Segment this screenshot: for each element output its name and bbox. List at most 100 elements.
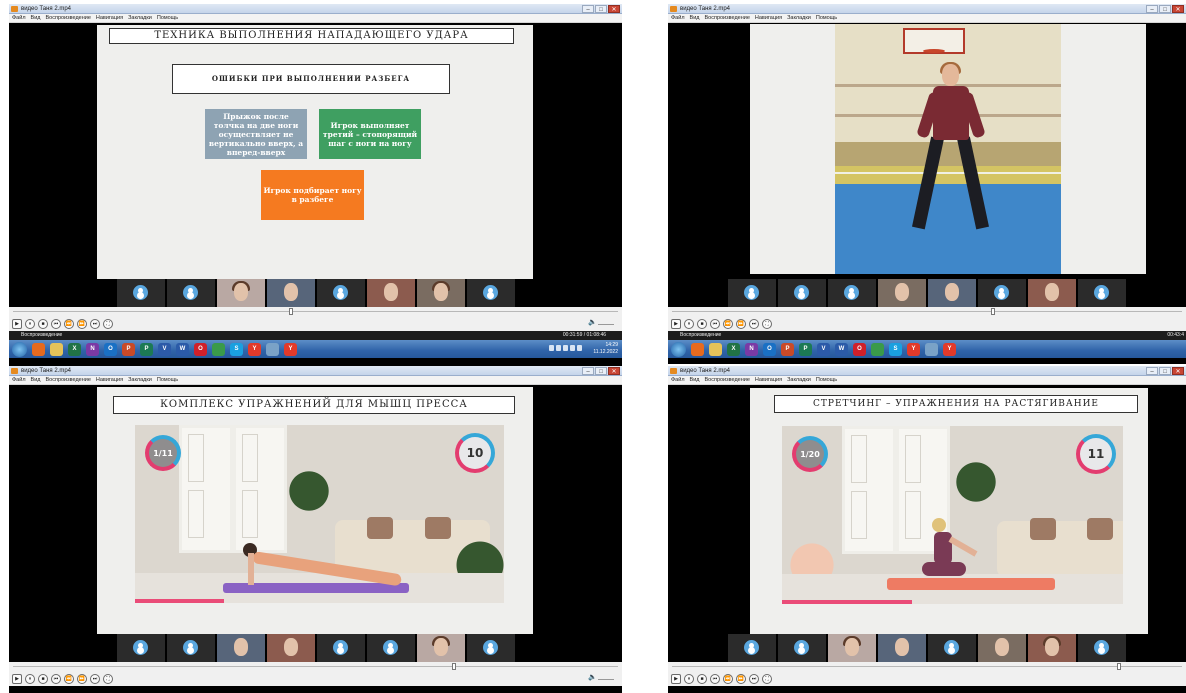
participant-tile[interactable] xyxy=(878,634,926,662)
yandex-browser-icon[interactable]: Y xyxy=(943,342,956,356)
fullscreen-button[interactable]: ⛶ xyxy=(762,673,772,684)
participant-tile[interactable] xyxy=(416,279,465,307)
next-button[interactable]: ⏭ xyxy=(749,673,759,684)
opera-icon[interactable]: O xyxy=(194,342,207,356)
visio-icon[interactable]: V xyxy=(158,342,171,356)
firefox-icon[interactable] xyxy=(32,342,45,356)
participant-tile[interactable] xyxy=(316,279,365,307)
participant-tile[interactable] xyxy=(978,279,1026,307)
seek-bar[interactable] xyxy=(668,307,1186,316)
participant-tile[interactable] xyxy=(166,634,215,662)
participant-tile[interactable] xyxy=(116,279,165,307)
explorer-icon[interactable] xyxy=(709,342,722,356)
volume-slider[interactable] xyxy=(598,324,614,325)
opera-icon[interactable]: O xyxy=(853,342,866,356)
menu-file[interactable]: Файл xyxy=(12,376,26,384)
explorer-icon[interactable] xyxy=(50,342,63,356)
seek-bar[interactable] xyxy=(668,662,1186,671)
participant-tile[interactable] xyxy=(1028,634,1076,662)
participant-tile[interactable] xyxy=(416,634,465,662)
stop-button[interactable]: ■ xyxy=(697,318,707,329)
play-button[interactable]: ▶ xyxy=(671,318,681,329)
maximize-button[interactable]: □ xyxy=(595,367,607,375)
tray-icon[interactable] xyxy=(549,345,554,351)
word-icon[interactable]: W xyxy=(835,342,848,356)
participant-tile[interactable] xyxy=(1078,634,1126,662)
tray-icon[interactable] xyxy=(556,345,561,351)
menu-bookmarks[interactable]: Закладки xyxy=(128,14,152,22)
minimize-button[interactable]: – xyxy=(582,367,594,375)
menu-playback[interactable]: Воспроизведение xyxy=(45,376,90,384)
skype-icon[interactable]: S xyxy=(889,342,902,356)
prev-button[interactable]: ⏮ xyxy=(51,318,61,329)
outlook-icon[interactable]: O xyxy=(104,342,117,356)
participant-tile[interactable] xyxy=(928,634,976,662)
play-button[interactable]: ▶ xyxy=(12,673,22,684)
seek-thumb[interactable] xyxy=(451,663,456,670)
video-area[interactable]: КОМПЛЕКС УПРАЖНЕНИЙ ДЛЯ МЫШЦ ПРЕССА 1/11… xyxy=(9,385,622,662)
volume-control[interactable]: 🔈 xyxy=(588,319,616,327)
participant-tile[interactable] xyxy=(878,279,926,307)
seek-thumb[interactable] xyxy=(990,308,995,315)
stop-button[interactable]: ■ xyxy=(697,673,707,684)
participant-tile[interactable] xyxy=(216,634,265,662)
rewind-button[interactable]: ⏪ xyxy=(64,318,74,329)
tray-icon[interactable] xyxy=(577,345,582,351)
tray-icon[interactable] xyxy=(563,345,568,351)
publisher-icon[interactable]: P xyxy=(140,342,153,356)
firefox-icon[interactable] xyxy=(691,342,704,356)
start-button[interactable] xyxy=(12,341,27,357)
menu-help[interactable]: Помощь xyxy=(157,14,178,22)
close-button[interactable]: ✕ xyxy=(1172,5,1184,13)
prev-button[interactable]: ⏮ xyxy=(51,673,61,684)
menu-view[interactable]: Вид xyxy=(690,14,700,22)
prev-button[interactable]: ⏮ xyxy=(710,673,720,684)
fullscreen-button[interactable]: ⛶ xyxy=(762,318,772,329)
menu-navigation[interactable]: Навигация xyxy=(96,14,123,22)
start-button[interactable] xyxy=(671,341,686,357)
forward-button[interactable]: ⏩ xyxy=(736,318,746,329)
next-button[interactable]: ⏭ xyxy=(90,673,100,684)
play-button[interactable]: ▶ xyxy=(671,673,681,684)
outlook-icon[interactable]: O xyxy=(763,342,776,356)
menu-navigation[interactable]: Навигация xyxy=(755,376,782,384)
clock[interactable]: 14:29 11.12.2022 xyxy=(593,342,618,356)
tray-icon[interactable] xyxy=(570,345,575,351)
next-button[interactable]: ⏭ xyxy=(90,318,100,329)
participant-tile[interactable] xyxy=(928,279,976,307)
prev-button[interactable]: ⏮ xyxy=(710,318,720,329)
video-area[interactable]: ТЕХНИКА ВЫПОЛНЕНИЯ НАПАДАЮЩЕГО УДАРА ОШИ… xyxy=(9,23,622,307)
participant-tile[interactable] xyxy=(266,634,315,662)
participant-tile[interactable] xyxy=(166,279,215,307)
gallery-icon[interactable] xyxy=(266,342,279,356)
chrome-icon[interactable] xyxy=(871,342,884,356)
next-button[interactable]: ⏭ xyxy=(749,318,759,329)
forward-button[interactable]: ⏩ xyxy=(77,318,87,329)
pause-button[interactable]: ⏸ xyxy=(684,673,694,684)
seek-bar[interactable] xyxy=(9,662,622,671)
participant-tile[interactable] xyxy=(1078,279,1126,307)
participant-tile[interactable] xyxy=(216,279,265,307)
menu-navigation[interactable]: Навигация xyxy=(755,14,782,22)
close-button[interactable]: ✕ xyxy=(1172,367,1184,375)
minimize-button[interactable]: – xyxy=(1146,5,1158,13)
rewind-button[interactable]: ⏪ xyxy=(64,673,74,684)
menu-help[interactable]: Помощь xyxy=(816,376,837,384)
menu-navigation[interactable]: Навигация xyxy=(96,376,123,384)
fullscreen-button[interactable]: ⛶ xyxy=(103,318,113,329)
menu-view[interactable]: Вид xyxy=(31,376,41,384)
participant-tile[interactable] xyxy=(266,279,315,307)
seek-bar[interactable] xyxy=(9,307,622,316)
pause-button[interactable]: ⏸ xyxy=(25,318,35,329)
participant-tile[interactable] xyxy=(778,634,826,662)
menu-playback[interactable]: Воспроизведение xyxy=(45,14,90,22)
pause-button[interactable]: ⏸ xyxy=(684,318,694,329)
yandex-icon[interactable]: Y xyxy=(907,342,920,356)
participant-tile[interactable] xyxy=(728,634,776,662)
participant-tile[interactable] xyxy=(778,279,826,307)
excel-icon[interactable]: X xyxy=(727,342,740,356)
participant-tile[interactable] xyxy=(828,279,876,307)
menu-file[interactable]: Файл xyxy=(671,376,685,384)
minimize-button[interactable]: – xyxy=(582,5,594,13)
visio-icon[interactable]: V xyxy=(817,342,830,356)
